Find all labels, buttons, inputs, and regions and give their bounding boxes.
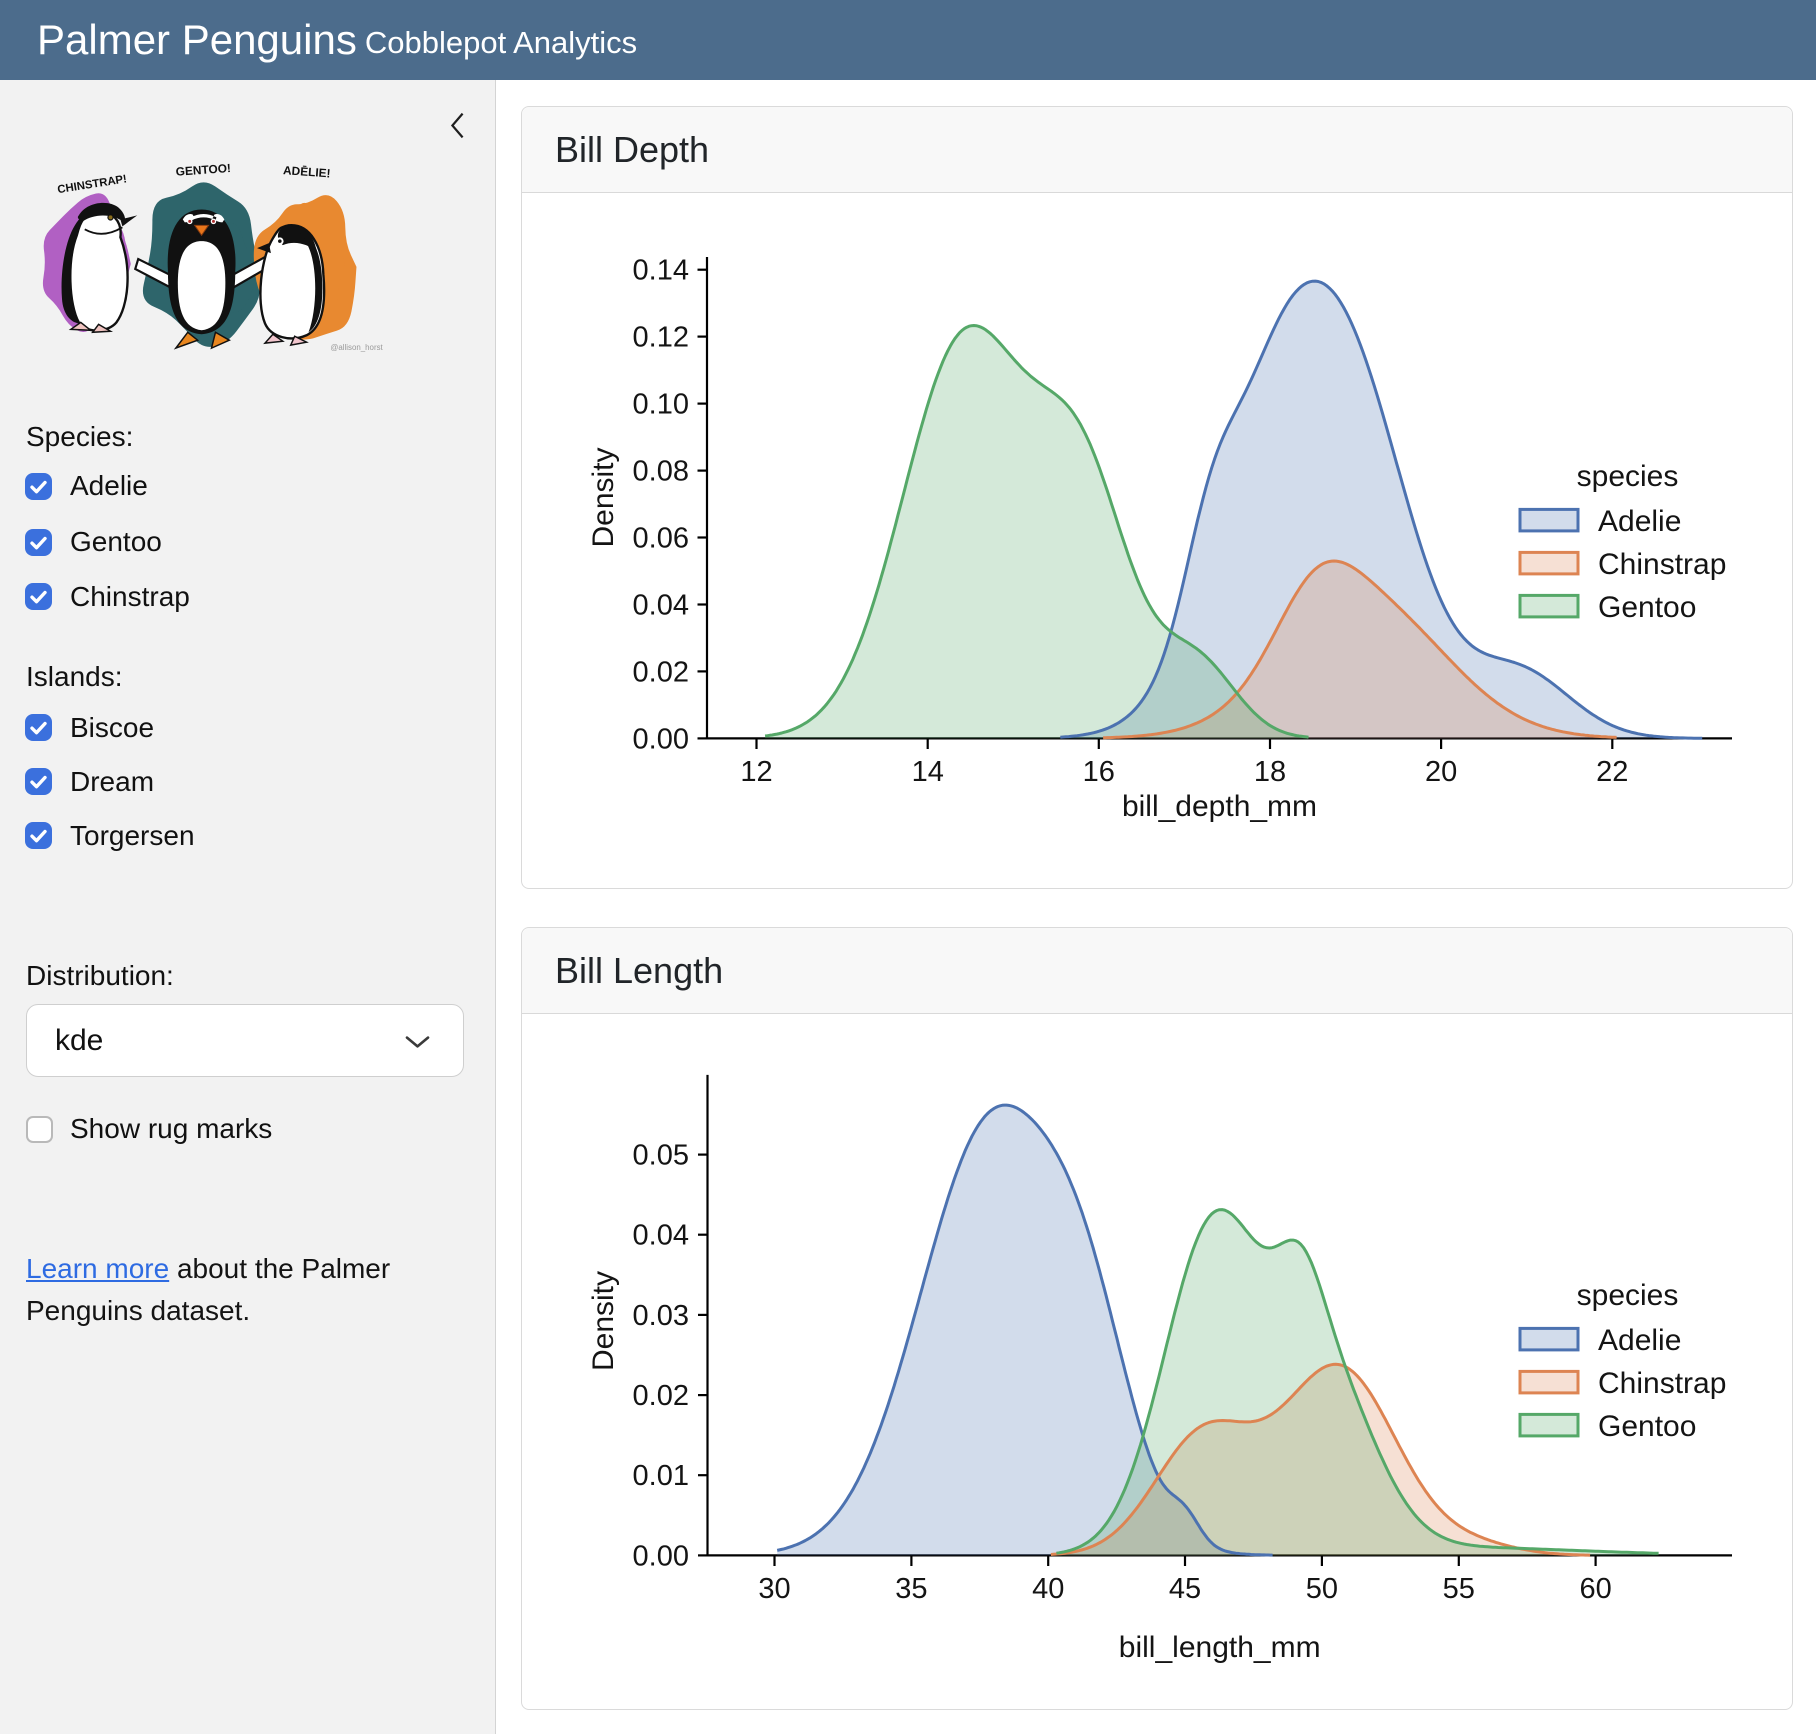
svg-text:GENTOO!: GENTOO! bbox=[175, 161, 231, 179]
svg-text:CHINSTRAP!: CHINSTRAP! bbox=[57, 173, 128, 196]
svg-text:ADĒLIE!: ADĒLIE! bbox=[283, 163, 331, 180]
svg-text:@allison_horst: @allison_horst bbox=[330, 343, 383, 352]
